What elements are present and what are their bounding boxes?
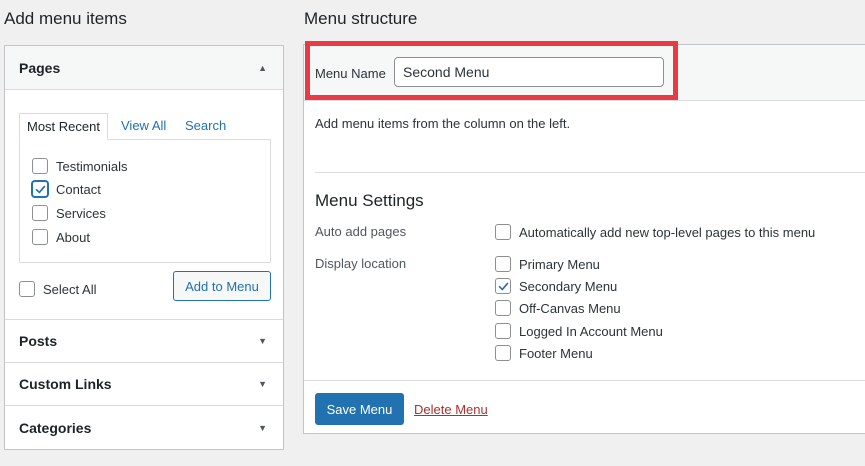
option-label: Primary Menu <box>519 256 600 272</box>
menu-settings-title: Menu Settings <box>315 191 424 210</box>
option-label: Off-Canvas Menu <box>519 300 621 316</box>
menu-structure-heading: Menu structure <box>304 9 418 28</box>
add-to-menu-button[interactable]: Add to Menu <box>173 271 271 301</box>
checkbox[interactable] <box>495 323 511 339</box>
menu-structure-panel: Menu Name Second Menu Add menu items fro… <box>303 41 865 434</box>
page-item-label: About <box>56 229 90 245</box>
pages-section-body: Most Recent View All Search Testimonials… <box>5 90 283 320</box>
expand-arrow-icon[interactable]: ▼ <box>258 336 267 346</box>
checkbox[interactable] <box>495 224 511 240</box>
menu-instructions: Add menu items from the column on the le… <box>315 116 571 131</box>
add-menu-items-heading: Add menu items <box>4 9 127 28</box>
select-all-label: Select All <box>43 281 97 297</box>
posts-section-title: Posts <box>19 333 58 349</box>
option-label: Footer Menu <box>519 345 593 361</box>
option-label: Automatically add new top-level pages to… <box>519 224 816 240</box>
location-logged-in-account-menu[interactable]: Logged In Account Menu <box>495 323 663 339</box>
categories-section-header[interactable]: Categories ▼ <box>5 406 283 449</box>
auto-add-pages-option[interactable]: Automatically add new top-level pages to… <box>495 224 815 240</box>
page-item-services[interactable]: Services <box>32 205 106 221</box>
page-item-label: Testimonials <box>56 158 128 174</box>
checkbox-checked[interactable] <box>495 278 511 294</box>
custom-links-section-header[interactable]: Custom Links ▼ <box>5 363 283 406</box>
checkmark-icon <box>35 185 45 193</box>
checkmark-icon <box>498 282 508 290</box>
location-primary-menu[interactable]: Primary Menu <box>495 256 600 272</box>
expand-arrow-icon[interactable]: ▼ <box>258 423 267 433</box>
add-menu-items-accordion: Pages ▲ Most Recent View All Search Test… <box>4 45 284 450</box>
checkbox-checked[interactable] <box>32 181 48 197</box>
display-location-label: Display location <box>315 256 407 271</box>
checkbox[interactable] <box>32 205 48 221</box>
page-item-label: Services <box>56 205 106 221</box>
tab-most-recent[interactable]: Most Recent <box>19 113 108 140</box>
tab-search[interactable]: Search <box>178 113 233 140</box>
select-all[interactable]: Select All <box>19 281 96 297</box>
select-all-checkbox[interactable] <box>19 281 35 297</box>
expand-arrow-icon[interactable]: ▼ <box>258 379 267 389</box>
option-label: Logged In Account Menu <box>519 323 663 339</box>
delete-menu-link[interactable]: Delete Menu <box>414 402 488 417</box>
checkbox[interactable] <box>495 300 511 316</box>
categories-section-title: Categories <box>19 419 92 436</box>
checkbox[interactable] <box>32 158 48 174</box>
pages-section-header[interactable]: Pages ▲ <box>5 46 283 90</box>
page-item-about[interactable]: About <box>32 229 90 245</box>
page-item-testimonials[interactable]: Testimonials <box>32 158 128 174</box>
pages-tab-panel: Testimonials Contact Services About <box>19 139 271 263</box>
checkbox[interactable] <box>495 256 511 272</box>
posts-section-header[interactable]: Posts ▼ <box>5 320 283 363</box>
page-item-label: Contact <box>56 181 101 197</box>
divider <box>315 172 865 173</box>
auto-add-pages-label: Auto add pages <box>315 224 407 239</box>
page-item-contact[interactable]: Contact <box>32 181 101 197</box>
checkbox[interactable] <box>32 229 48 245</box>
pages-section-title: Pages <box>19 59 61 76</box>
tab-view-all[interactable]: View All <box>114 113 173 140</box>
location-off-canvas-menu[interactable]: Off-Canvas Menu <box>495 300 621 316</box>
location-footer-menu[interactable]: Footer Menu <box>495 345 593 361</box>
location-secondary-menu[interactable]: Secondary Menu <box>495 278 617 294</box>
pages-tabs: Most Recent View All Search <box>19 113 269 140</box>
highlight-box <box>305 41 678 100</box>
custom-links-section-title: Custom Links <box>19 376 112 392</box>
footer-divider <box>304 380 865 381</box>
option-label: Secondary Menu <box>519 278 618 294</box>
collapse-arrow-icon[interactable]: ▲ <box>258 63 267 73</box>
checkbox[interactable] <box>495 345 511 361</box>
save-menu-button[interactable]: Save Menu <box>315 393 404 425</box>
